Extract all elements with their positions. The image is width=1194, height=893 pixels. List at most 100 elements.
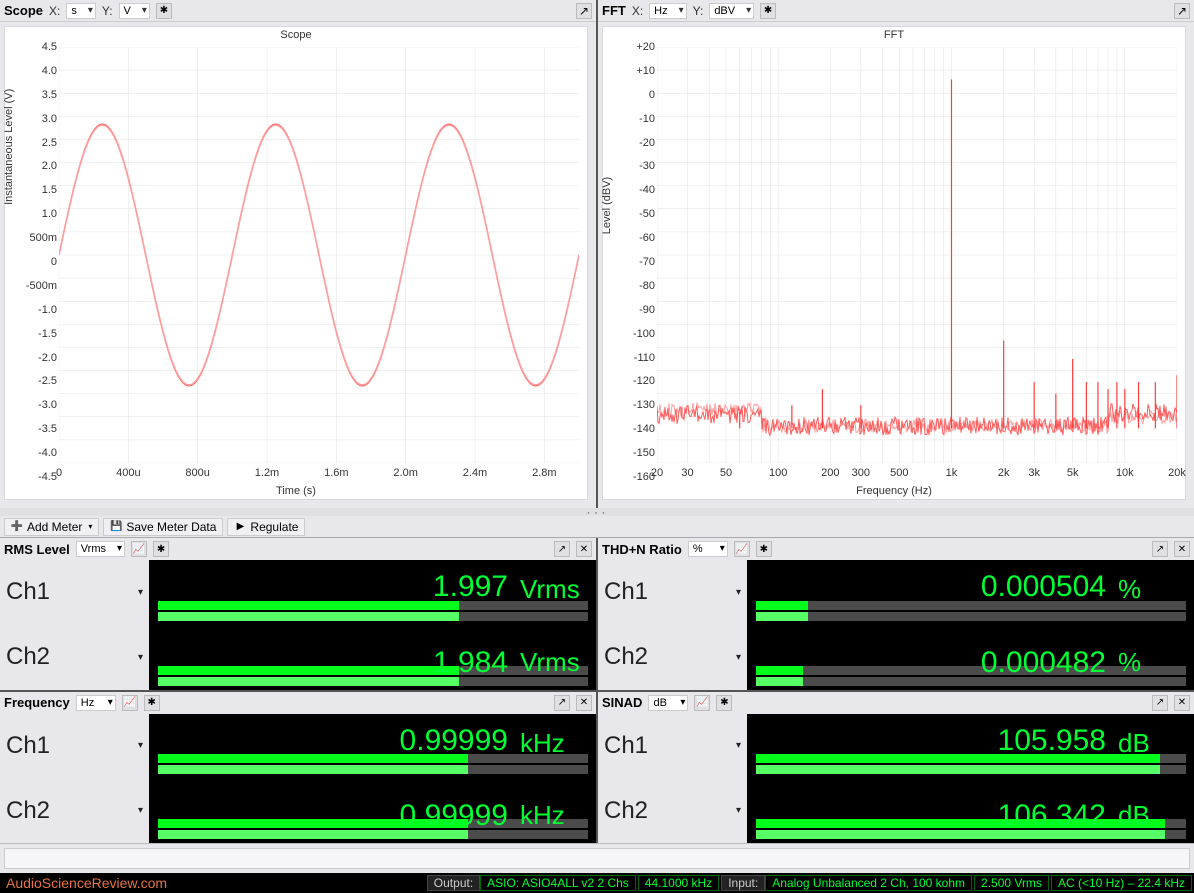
sinad-ch1-value: 105.958 <box>998 724 1106 758</box>
popout-icon[interactable]: ↗ <box>1152 541 1168 557</box>
output-device[interactable]: ASIO: ASIO4ALL v2 2 Chs <box>480 875 636 891</box>
sinad-ch1-readout: 105.958 dB <box>748 714 1194 779</box>
scope-x-unit-select[interactable]: s <box>66 3 96 19</box>
gear-icon[interactable]: ✱ <box>716 695 732 711</box>
scope-xtick: 0 <box>56 467 62 479</box>
fft-chart[interactable]: FFT Level (dBV) Frequency (Hz) +20+100-1… <box>602 26 1186 500</box>
rms-ch2-unit: Vrms <box>520 647 586 678</box>
scope-ytick: -3.5 <box>9 423 57 435</box>
add-meter-button[interactable]: ➕ Add Meter ▾ <box>4 518 99 536</box>
close-icon[interactable]: ✕ <box>576 541 592 557</box>
sinad-ch1-bar <box>756 754 1186 763</box>
input-device[interactable]: Analog Unbalanced 2 Ch, 100 kohm <box>765 875 972 891</box>
fft-y-unit-select[interactable]: dBV <box>709 3 754 19</box>
scope-xtick: 400u <box>116 467 140 479</box>
graph-icon[interactable]: 📈 <box>694 695 710 711</box>
save-meter-label: Save Meter Data <box>126 520 216 534</box>
input-bandwidth[interactable]: AC (<10 Hz) – 22.4 kHz <box>1051 875 1192 891</box>
empty-panel <box>0 843 1194 873</box>
scope-inner-title: Scope <box>5 29 587 41</box>
rms-ch2-readout: 1.984 Vrms <box>150 625 596 690</box>
status-bar: AudioScienceReview.com Output: ASIO: ASI… <box>0 873 1194 893</box>
watermark: AudioScienceReview.com <box>0 875 427 891</box>
scope-chart[interactable]: Scope Topping D50 Dashboard (samsung pho… <box>4 26 588 500</box>
scope-header: Scope X: s Y: V ✱ ↗ <box>0 0 596 22</box>
popout-icon[interactable]: ↗ <box>554 541 570 557</box>
fft-ytick: 0 <box>607 89 655 101</box>
close-icon[interactable]: ✕ <box>1174 541 1190 557</box>
scope-title: Scope <box>4 3 43 18</box>
graph-icon[interactable]: 📈 <box>734 541 750 557</box>
freq-ch1-value: 0.99999 <box>400 724 508 758</box>
popout-icon[interactable]: ↗ <box>554 695 570 711</box>
rms-unit-select[interactable]: Vrms <box>76 541 125 557</box>
freq-meter-panel: Frequency Hz 📈 ✱ ↗ ✕ Ch1▾ 0.99999 kHz <box>0 692 596 844</box>
fft-xtick: 300 <box>852 467 870 479</box>
input-level[interactable]: 2.500 Vrms <box>974 875 1049 891</box>
rms-ch1-label[interactable]: Ch1▾ <box>0 560 150 625</box>
scope-ytick: 1.0 <box>9 208 57 220</box>
scope-xlabel: Time (s) <box>5 485 587 497</box>
sinad-meter-panel: SINAD dB 📈 ✱ ↗ ✕ Ch1▾ 105.958 dB <box>598 692 1194 844</box>
chevron-down-icon: ▾ <box>736 587 741 598</box>
sinad-unit-select[interactable]: dB <box>648 695 688 711</box>
save-meter-button[interactable]: 💾 Save Meter Data <box>103 518 223 536</box>
sinad-ch1-label[interactable]: Ch1▾ <box>598 714 748 779</box>
fft-xtick: 30 <box>681 467 693 479</box>
thdn-meter-panel: THD+N Ratio % 📈 ✱ ↗ ✕ Ch1▾ 0.000504 % <box>598 538 1194 690</box>
graph-icon[interactable]: 📈 <box>131 541 147 557</box>
fft-ytick: -30 <box>607 160 655 172</box>
chevron-down-icon: ▾ <box>138 587 143 598</box>
gear-icon[interactable]: ✱ <box>760 3 776 19</box>
thdn-unit-select[interactable]: % <box>688 541 728 557</box>
fft-xtick: 10k <box>1116 467 1134 479</box>
scope-ytick: -4.5 <box>9 471 57 483</box>
popout-icon[interactable]: ↗ <box>1174 3 1190 19</box>
graph-icon[interactable]: 📈 <box>122 695 138 711</box>
rms-ch2-label[interactable]: Ch2▾ <box>0 625 150 690</box>
gear-icon[interactable]: ✱ <box>756 541 772 557</box>
sinad-header: SINAD dB 📈 ✱ ↗ ✕ <box>598 692 1194 714</box>
scope-xtick: 800u <box>185 467 209 479</box>
close-icon[interactable]: ✕ <box>1174 695 1190 711</box>
sinad-ch2-value: 106.342 <box>998 799 1106 833</box>
popout-icon[interactable]: ↗ <box>1152 695 1168 711</box>
freq-ch1-label[interactable]: Ch1▾ <box>0 714 150 779</box>
sinad-ch2-readout: 106.342 dB <box>748 778 1194 843</box>
popout-icon[interactable]: ↗ <box>576 3 592 19</box>
freq-unit-select[interactable]: Hz <box>76 695 116 711</box>
fft-ytick: +20 <box>607 41 655 53</box>
thdn-ch1-label[interactable]: Ch1▾ <box>598 560 748 625</box>
rms-title: RMS Level <box>4 542 70 557</box>
scope-xtick: 2.4m <box>463 467 487 479</box>
fft-x-label: X: <box>632 4 643 18</box>
gear-icon[interactable]: ✱ <box>144 695 160 711</box>
horizontal-splitter[interactable]: ● ● ● <box>0 508 1194 516</box>
scope-xtick: 2.0m <box>393 467 417 479</box>
scope-y-unit-select[interactable]: V <box>119 3 150 19</box>
thdn-ch2-unit: % <box>1118 647 1184 678</box>
freq-ch1-readout: 0.99999 kHz <box>150 714 596 779</box>
input-label: Input: <box>721 875 765 891</box>
scope-ytick: 3.0 <box>9 113 57 125</box>
fft-ytick: -130 <box>607 399 655 411</box>
fft-x-unit-select[interactable]: Hz <box>649 3 686 19</box>
regulate-button[interactable]: ▶ Regulate <box>227 518 305 536</box>
scope-ytick: 4.5 <box>9 41 57 53</box>
fft-xtick: 20k <box>1168 467 1186 479</box>
plus-icon: ➕ <box>11 521 23 533</box>
output-rate[interactable]: 44.1000 kHz <box>638 875 719 891</box>
sinad-ch2-label[interactable]: Ch2▾ <box>598 778 748 843</box>
fft-ytick: -140 <box>607 423 655 435</box>
thdn-ch2-label[interactable]: Ch2▾ <box>598 625 748 690</box>
close-icon[interactable]: ✕ <box>576 695 592 711</box>
gear-icon[interactable]: ✱ <box>156 3 172 19</box>
fft-xtick: 3k <box>1028 467 1040 479</box>
fft-ytick: -40 <box>607 184 655 196</box>
fft-ytick: -10 <box>607 113 655 125</box>
thdn-ch1-bar <box>756 601 1186 610</box>
thdn-ch1-readout: 0.000504 % <box>748 560 1194 625</box>
gear-icon[interactable]: ✱ <box>153 541 169 557</box>
fft-xlabel: Frequency (Hz) <box>603 485 1185 497</box>
freq-ch2-label[interactable]: Ch2▾ <box>0 778 150 843</box>
